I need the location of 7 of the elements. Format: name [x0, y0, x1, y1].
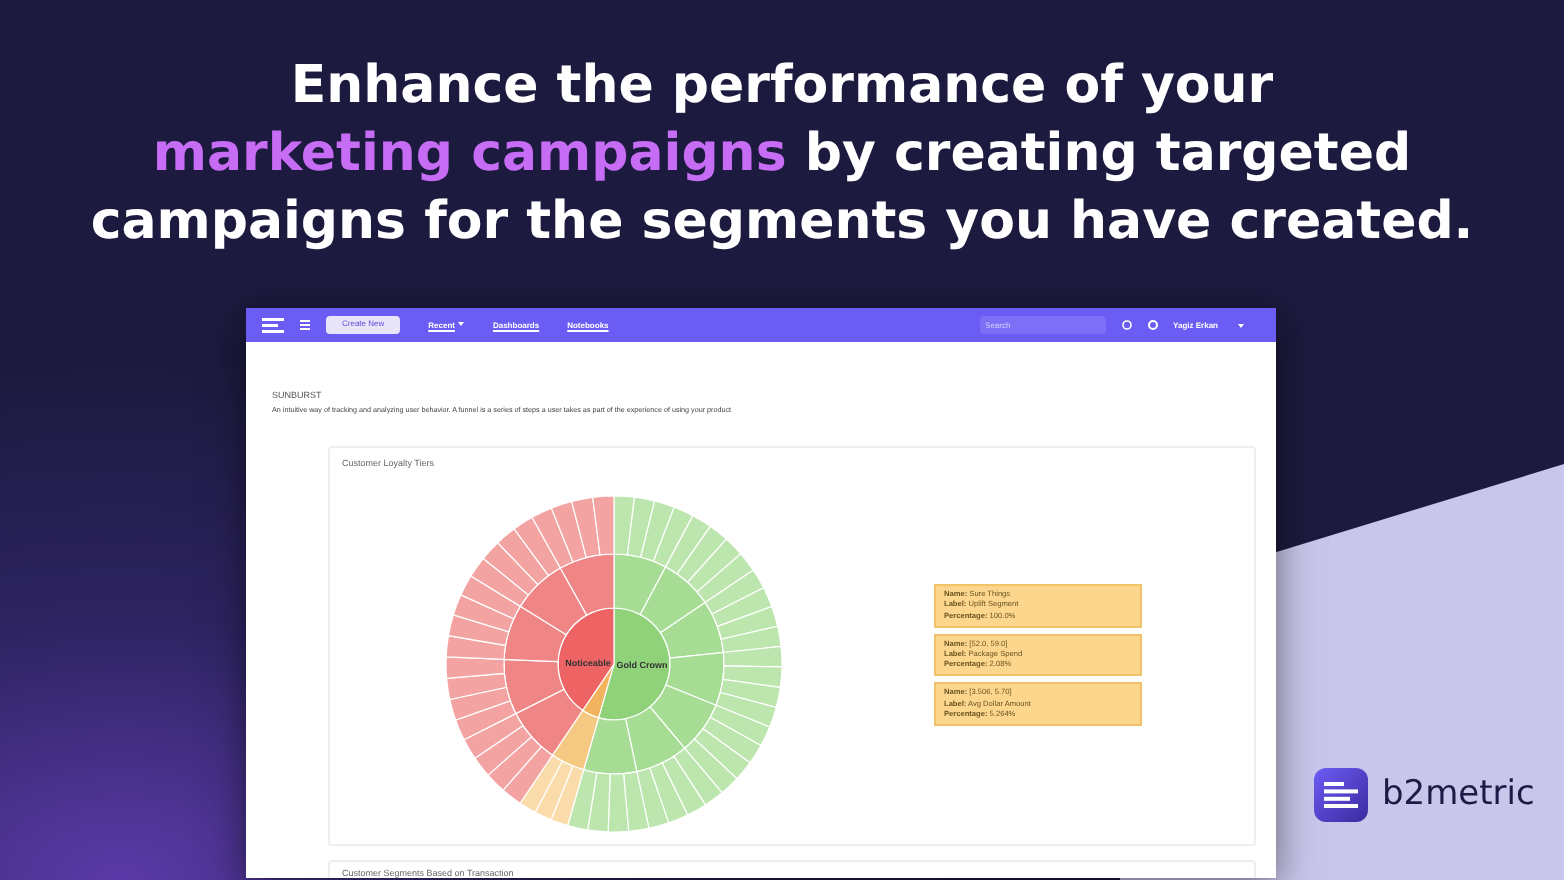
caret-icon	[1238, 323, 1244, 327]
logo-icon[interactable]	[262, 317, 284, 333]
menu-icon[interactable]	[300, 320, 310, 330]
caret-icon	[458, 322, 465, 327]
brand-name: b2metric	[1382, 771, 1535, 818]
headline: Enhance the performance of your marketing campaigns by creating targeted campaigns for the segments you have created.	[88, 54, 1476, 256]
logo-icon	[1314, 768, 1368, 822]
